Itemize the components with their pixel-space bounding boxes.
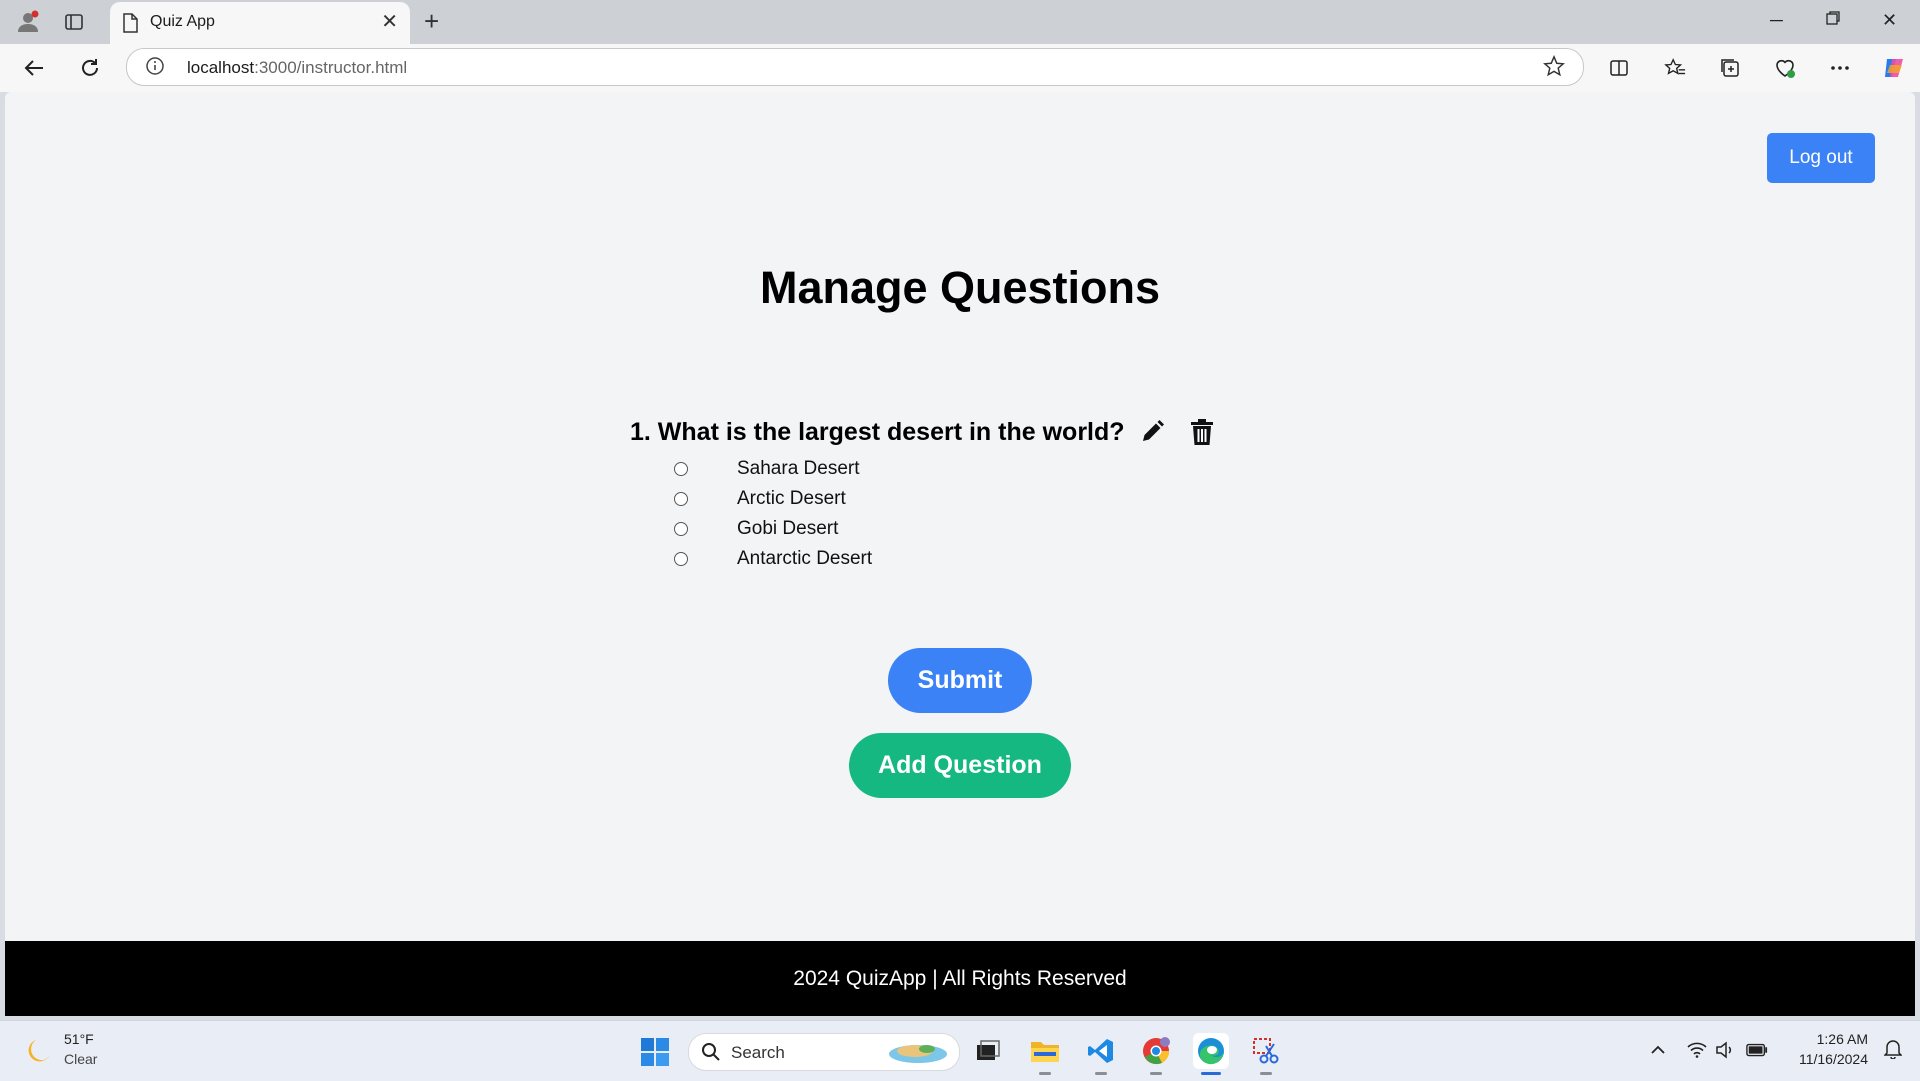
close-tab-icon[interactable]: ✕ <box>381 12 398 32</box>
volume-icon[interactable] <box>1714 1039 1736 1061</box>
answer-option: Gobi Desert <box>630 514 1330 544</box>
chrome-icon[interactable] <box>1138 1033 1174 1075</box>
footer-text: 2024 QuizApp | All Rights Reserved <box>793 966 1127 990</box>
logout-button[interactable]: Log out <box>1767 133 1875 183</box>
info-icon[interactable] <box>145 56 165 81</box>
browser-essentials-icon[interactable] <box>1771 54 1799 82</box>
url-text: localhost:3000/instructor.html <box>187 58 408 77</box>
question-card: 1. What is the largest desert in the wor… <box>630 412 1330 574</box>
weather-temp: 51°F <box>64 1031 94 1047</box>
tab-bar: Quiz App ✕ + ─ ✕ <box>0 0 1920 44</box>
copilot-icon[interactable] <box>1880 54 1908 82</box>
chevron-up-icon[interactable] <box>1647 1039 1669 1061</box>
add-question-button[interactable]: Add Question <box>849 733 1071 798</box>
collections-icon[interactable] <box>1716 54 1744 82</box>
answer-radio[interactable] <box>674 522 688 536</box>
page-viewport: Log out Manage Questions 1. What is the … <box>5 92 1915 1016</box>
submit-button[interactable]: Submit <box>888 648 1032 713</box>
tab-title: Quiz App <box>150 13 215 30</box>
profile-icon[interactable] <box>14 8 42 36</box>
split-screen-icon[interactable] <box>1605 54 1633 82</box>
taskbar-search[interactable]: Search <box>688 1033 960 1071</box>
answer-label: Antarctic Desert <box>737 548 873 569</box>
more-options-icon[interactable] <box>1826 54 1854 82</box>
url-field[interactable]: localhost:3000/instructor.html <box>126 48 1584 86</box>
snipping-tool-icon[interactable] <box>1248 1033 1284 1075</box>
address-bar-row: localhost:3000/instructor.html <box>0 44 1920 92</box>
answer-radio[interactable] <box>674 462 688 476</box>
edit-pencil-icon[interactable] <box>1137 417 1167 447</box>
footer: 2024 QuizApp | All Rights Reserved <box>5 941 1915 1016</box>
taskbar: 51°F Clear Search 1:26 AM 11/16/2024 <box>0 1020 1920 1081</box>
clock-date[interactable]: 11/16/2024 <box>1799 1051 1868 1067</box>
answer-options: Sahara Desert Arctic Desert Gobi Desert … <box>630 454 1330 574</box>
restore-icon[interactable] <box>1825 10 1841 30</box>
answer-label: Arctic Desert <box>737 488 846 509</box>
task-view-icon[interactable] <box>970 1033 1006 1069</box>
page-title: Manage Questions <box>759 262 1161 313</box>
moon-weather-icon[interactable] <box>24 1035 54 1070</box>
edge-icon[interactable] <box>1193 1033 1229 1075</box>
battery-icon[interactable] <box>1746 1039 1768 1061</box>
weather-condition: Clear <box>64 1051 98 1067</box>
delete-trash-icon[interactable] <box>1187 417 1217 447</box>
answer-radio[interactable] <box>674 492 688 506</box>
tab-actions-icon[interactable] <box>60 8 88 36</box>
refresh-icon[interactable] <box>76 54 104 82</box>
search-placeholder: Search <box>731 1043 785 1062</box>
back-icon[interactable] <box>20 54 48 82</box>
answer-label: Sahara Desert <box>737 458 860 479</box>
answer-option: Arctic Desert <box>630 484 1330 514</box>
clock-time[interactable]: 1:26 AM <box>1817 1031 1868 1047</box>
answer-radio[interactable] <box>674 552 688 566</box>
vscode-icon[interactable] <box>1083 1033 1119 1075</box>
question-text: 1. What is the largest desert in the wor… <box>630 417 1125 446</box>
new-tab-icon[interactable]: + <box>424 8 439 34</box>
search-icon <box>701 1042 721 1067</box>
favorites-icon[interactable] <box>1661 54 1689 82</box>
favorite-star-icon[interactable] <box>1543 54 1565 82</box>
answer-option: Antarctic Desert <box>630 544 1330 574</box>
answer-option: Sahara Desert <box>630 454 1330 484</box>
search-highlight-icon <box>887 1040 949 1069</box>
windows-start-icon[interactable] <box>640 1037 670 1072</box>
page-icon <box>122 13 138 38</box>
wifi-icon[interactable] <box>1686 1039 1708 1061</box>
close-window-icon[interactable]: ✕ <box>1882 10 1897 30</box>
tab-quiz-app[interactable]: Quiz App ✕ <box>110 2 410 44</box>
minimize-icon[interactable]: ─ <box>1770 10 1783 30</box>
question-header: 1. What is the largest desert in the wor… <box>630 412 1330 452</box>
file-explorer-icon[interactable] <box>1027 1033 1063 1075</box>
notification-bell-icon[interactable] <box>1883 1039 1903 1064</box>
answer-label: Gobi Desert <box>737 518 839 539</box>
